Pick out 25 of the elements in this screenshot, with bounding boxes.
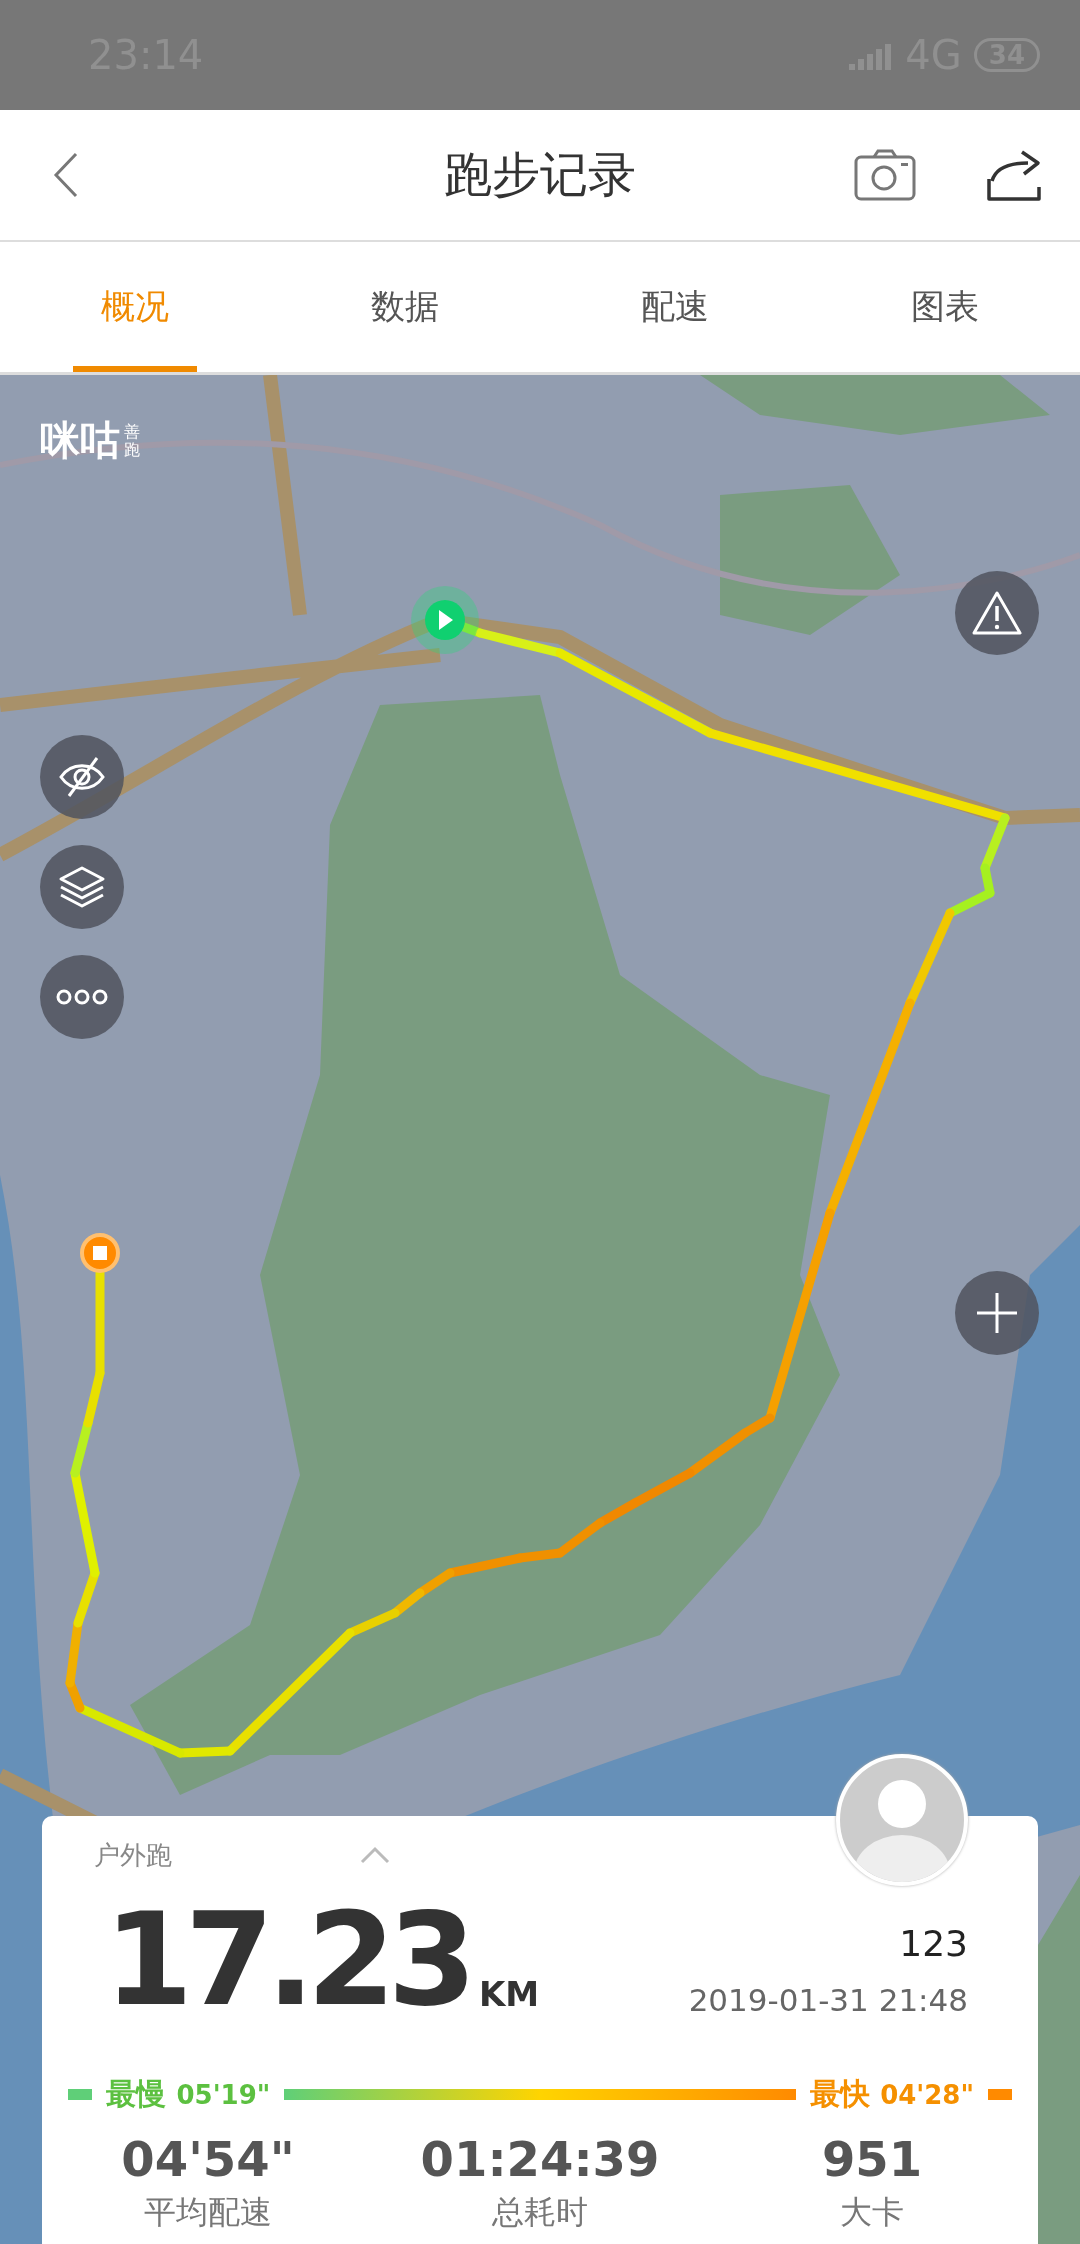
tab[interactable]: 数据: [270, 242, 540, 372]
slowest-pace: 最慢 05'19": [106, 2075, 271, 2113]
distance-value: 17.23: [104, 1896, 469, 2024]
stat-value: 04'54": [121, 2131, 295, 2187]
camera-button[interactable]: [854, 149, 916, 201]
scale-end-mark: [68, 2089, 92, 2100]
stat-label: 平均配速: [144, 2192, 272, 2233]
start-marker: [411, 586, 479, 654]
page-title: 跑步记录: [444, 145, 636, 204]
user-id: 123: [899, 1923, 968, 1964]
fastest-pace: 最快 04'28": [809, 2075, 974, 2113]
scale-end-mark: [988, 2089, 1012, 2100]
stat-value: 951: [821, 2131, 923, 2187]
tab[interactable]: 图表: [810, 242, 1080, 372]
stat-label: 大卡: [840, 2192, 904, 2233]
warning-icon: [971, 590, 1023, 636]
distance-unit: KM: [478, 1974, 540, 2014]
end-marker: [80, 1233, 120, 1273]
run-datetime: 2019-01-31 21:48: [688, 1982, 968, 2018]
stat-value: 01:24:39: [420, 2131, 660, 2187]
activity-type: 户外跑: [94, 1838, 172, 1872]
more-icon: [54, 987, 110, 1007]
plus-icon: [975, 1291, 1019, 1335]
stat-label: 总耗时: [492, 2192, 588, 2233]
tab[interactable]: 配速: [540, 242, 810, 372]
